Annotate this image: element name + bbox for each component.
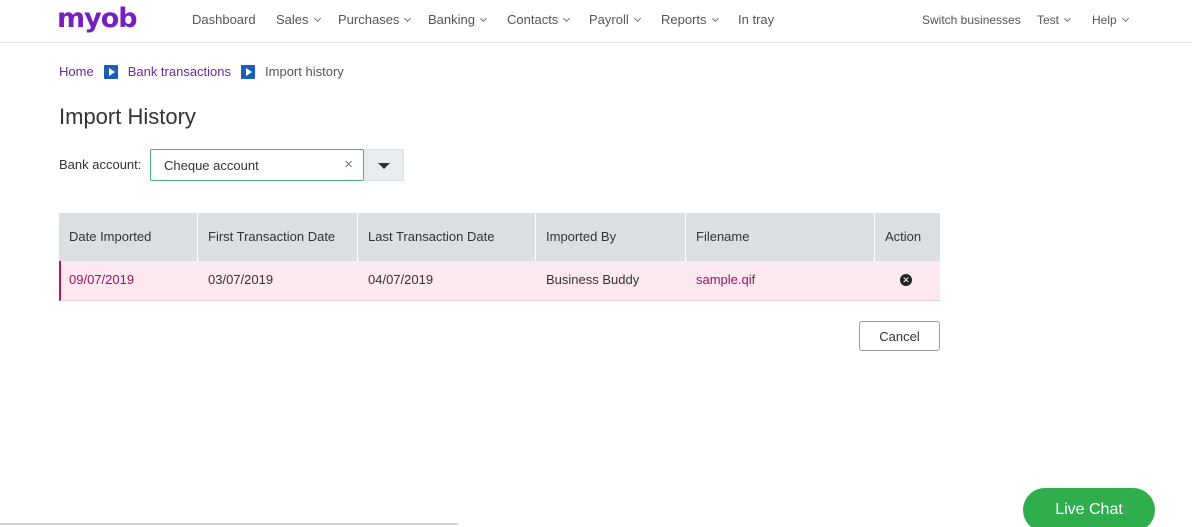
import-history-table: Date Imported First Transaction Date Las… (59, 213, 940, 301)
breadcrumb-separator-icon (103, 64, 118, 79)
column-first-transaction-date: First Transaction Date (198, 213, 358, 261)
nav-in-tray-label: In tray (738, 12, 775, 27)
chevron-down-icon (313, 14, 321, 23)
chevron-down-icon (711, 14, 719, 23)
nav-payroll[interactable]: Payroll (589, 12, 641, 27)
cell-action: ✕ (875, 261, 940, 300)
nav-in-tray[interactable]: In tray (738, 12, 774, 27)
chevron-down-icon (479, 14, 488, 23)
live-chat-button[interactable]: Live Chat (1023, 488, 1155, 527)
cell-filename-link[interactable]: sample.qif (686, 261, 875, 300)
bank-account-value[interactable]: Cheque account (164, 158, 259, 173)
nav-purchases-label: Purchases (338, 12, 400, 27)
top-navigation: myob Dashboard Sales Purchases Banking C… (0, 0, 1192, 43)
myob-logo[interactable]: myob (57, 3, 138, 34)
nav-switch-businesses-label: Switch businesses (922, 13, 1021, 27)
nav-sales[interactable]: Sales (276, 12, 321, 27)
cancel-button[interactable]: Cancel (859, 321, 940, 351)
table-row[interactable]: 09/07/2019 03/07/2019 04/07/2019 Busines… (59, 261, 940, 301)
nav-purchases[interactable]: Purchases (338, 12, 412, 27)
nav-dashboard[interactable]: Dashboard (192, 12, 256, 27)
chevron-down-icon (1063, 14, 1072, 23)
nav-contacts-label: Contacts (507, 12, 559, 27)
nav-sales-label: Sales (276, 12, 309, 27)
clear-icon[interactable]: × (344, 156, 353, 173)
nav-help-label: Help (1092, 13, 1117, 27)
chevron-down-icon (563, 14, 571, 23)
column-date-imported: Date Imported (59, 213, 198, 261)
cell-imported-by: Business Buddy (546, 272, 640, 287)
nav-payroll-label: Payroll (589, 12, 629, 27)
nav-switch-businesses[interactable]: Switch businesses (922, 13, 1021, 27)
chevron-down-icon (633, 14, 641, 23)
cell-date-imported: 09/07/2019 (69, 272, 135, 287)
bank-account-combobox[interactable]: Cheque account × (150, 149, 364, 181)
nav-banking[interactable]: Banking (428, 12, 488, 27)
breadcrumb-separator-icon (241, 64, 256, 79)
column-filename: Filename (686, 213, 875, 261)
nav-help[interactable]: Help (1092, 13, 1129, 27)
bank-account-dropdown-button[interactable] (364, 149, 404, 181)
delete-icon[interactable]: ✕ (900, 274, 912, 286)
breadcrumb: Home Bank transactions Import history (59, 64, 344, 79)
breadcrumb-bank-transactions[interactable]: Bank transactions (128, 64, 231, 79)
page-title: Import History (59, 104, 196, 129)
nav-user-test[interactable]: Test (1037, 13, 1072, 27)
breadcrumb-home[interactable]: Home (59, 64, 94, 79)
nav-user-test-label: Test (1037, 13, 1060, 27)
chevron-down-icon (404, 14, 412, 23)
column-imported-by: Imported By (536, 213, 686, 261)
table-header: Date Imported First Transaction Date Las… (59, 213, 940, 261)
nav-reports-label: Reports (661, 12, 707, 27)
cell-last-transaction-date: 04/07/2019 (368, 272, 434, 287)
nav-dashboard-label: Dashboard (192, 12, 256, 27)
breadcrumb-current: Import history (265, 64, 344, 79)
column-last-transaction-date: Last Transaction Date (358, 213, 536, 261)
cell-first-transaction-date: 03/07/2019 (208, 272, 274, 287)
nav-banking-label: Banking (428, 12, 475, 27)
chevron-down-icon (1121, 14, 1129, 23)
nav-contacts[interactable]: Contacts (507, 12, 571, 27)
nav-reports[interactable]: Reports (661, 12, 719, 27)
bank-account-label: Bank account: (59, 157, 142, 172)
horizontal-scrollbar[interactable] (0, 523, 458, 525)
column-action: Action (885, 229, 922, 244)
